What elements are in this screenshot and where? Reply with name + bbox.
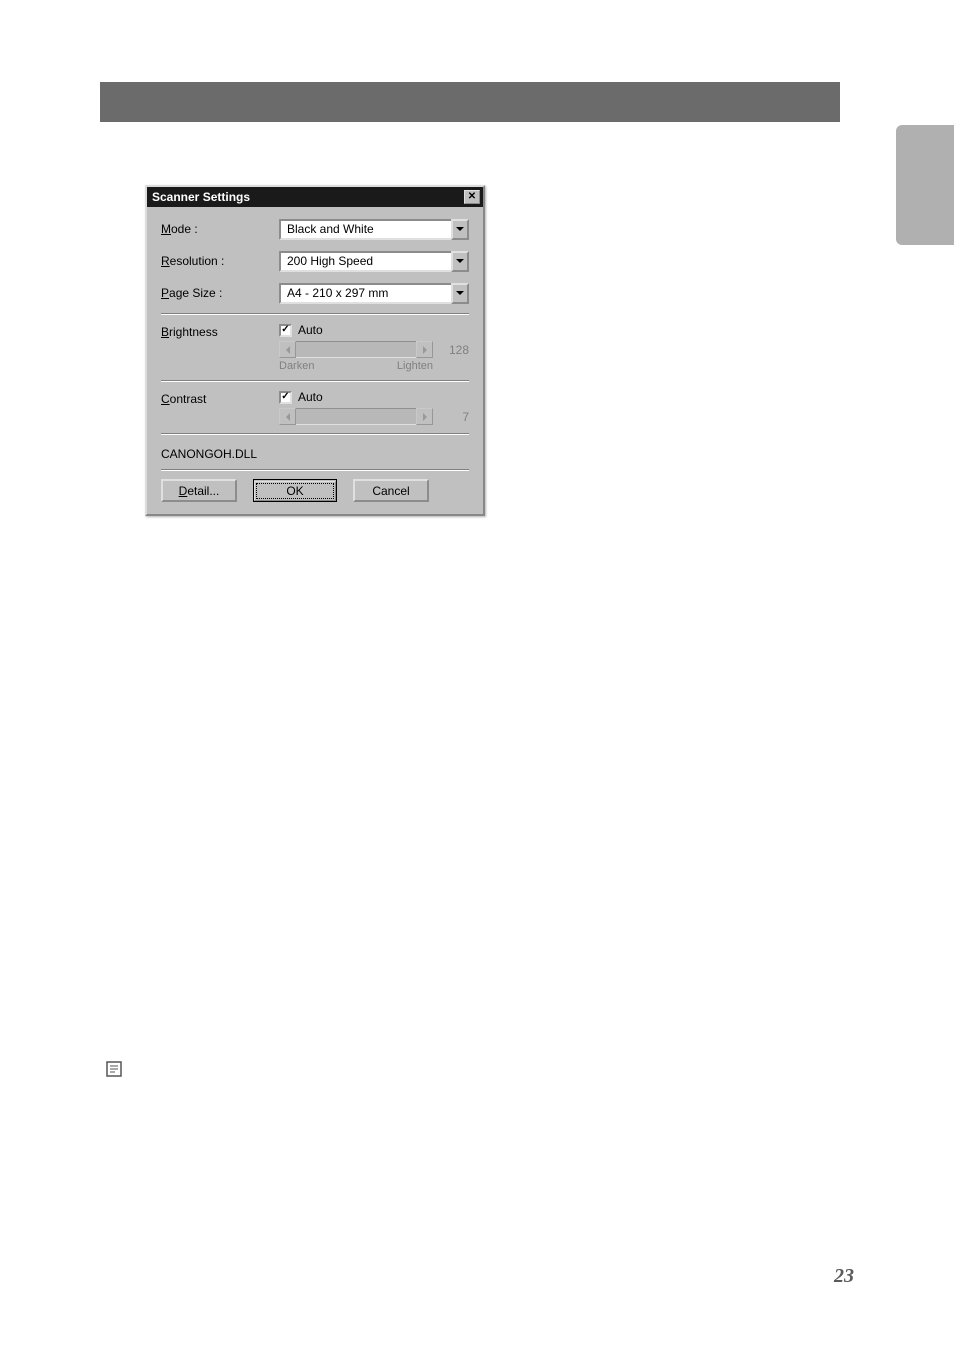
button-row: Detail... OK Cancel <box>161 479 469 502</box>
checkbox-icon: ✓ <box>279 391 292 404</box>
checkbox-icon: ✓ <box>279 324 292 337</box>
resolution-label: Resolution : <box>161 254 279 268</box>
mode-dropdown[interactable]: Black and White <box>279 219 469 240</box>
chevron-down-icon <box>451 283 469 304</box>
slider-track-middle <box>296 408 416 425</box>
chevron-down-icon <box>451 251 469 272</box>
brightness-section: Brightness ✓ Auto <box>161 323 469 372</box>
pagesize-row: Page Size : A4 - 210 x 297 mm <box>161 281 469 305</box>
contrast-section: Contrast ✓ Auto <box>161 390 469 425</box>
arrow-left-icon <box>279 408 296 425</box>
brightness-label: Brightness <box>161 323 279 372</box>
checkmark-icon: ✓ <box>281 392 289 402</box>
divider <box>161 433 469 435</box>
resolution-value: 200 High Speed <box>279 251 451 272</box>
checkmark-icon: ✓ <box>281 325 289 335</box>
pagesize-value: A4 - 210 x 297 mm <box>279 283 451 304</box>
dialog-body: Mode : Black and White Resolution : 200 … <box>147 207 483 514</box>
brightness-auto-checkbox[interactable]: ✓ Auto <box>279 323 469 337</box>
brightness-slider-track <box>279 341 433 358</box>
header-band <box>100 82 840 122</box>
detail-button[interactable]: Detail... <box>161 479 237 502</box>
brightness-value: 128 <box>441 343 469 357</box>
side-tab <box>896 125 954 245</box>
contrast-auto-checkbox[interactable]: ✓ Auto <box>279 390 469 404</box>
arrow-right-icon <box>416 408 433 425</box>
page-number: 23 <box>834 1265 854 1288</box>
darken-label: Darken <box>279 360 314 372</box>
resolution-row: Resolution : 200 High Speed <box>161 249 469 273</box>
contrast-auto-label: Auto <box>298 390 323 404</box>
arrow-right-icon <box>416 341 433 358</box>
divider <box>161 380 469 382</box>
contrast-slider-track <box>279 408 433 425</box>
ok-button[interactable]: OK <box>253 479 337 502</box>
resolution-dropdown[interactable]: 200 High Speed <box>279 251 469 272</box>
close-icon: ✕ <box>468 192 476 202</box>
mode-label: Mode : <box>161 222 279 236</box>
titlebar: Scanner Settings ✕ <box>147 187 483 207</box>
pagesize-dropdown[interactable]: A4 - 210 x 297 mm <box>279 283 469 304</box>
note-icon <box>105 1060 123 1078</box>
mode-value: Black and White <box>279 219 451 240</box>
chevron-down-icon <box>451 219 469 240</box>
close-button[interactable]: ✕ <box>464 190 480 204</box>
contrast-value: 7 <box>441 410 469 424</box>
contrast-label: Contrast <box>161 390 279 425</box>
pagesize-label: Page Size : <box>161 286 279 300</box>
brightness-slider: 128 <box>279 341 469 358</box>
contrast-slider: 7 <box>279 408 469 425</box>
divider <box>161 469 469 471</box>
dialog-title: Scanner Settings <box>152 190 250 204</box>
cancel-button[interactable]: Cancel <box>353 479 429 502</box>
scanner-settings-dialog: Scanner Settings ✕ Mode : Black and Whit… <box>145 185 485 516</box>
mode-row: Mode : Black and White <box>161 217 469 241</box>
slider-track-middle <box>296 341 416 358</box>
brightness-slider-labels: Darken Lighten <box>279 360 469 372</box>
arrow-left-icon <box>279 341 296 358</box>
divider <box>161 313 469 315</box>
lighten-label: Lighten <box>397 360 433 372</box>
dll-name: CANONGOH.DLL <box>161 443 469 465</box>
brightness-auto-label: Auto <box>298 323 323 337</box>
